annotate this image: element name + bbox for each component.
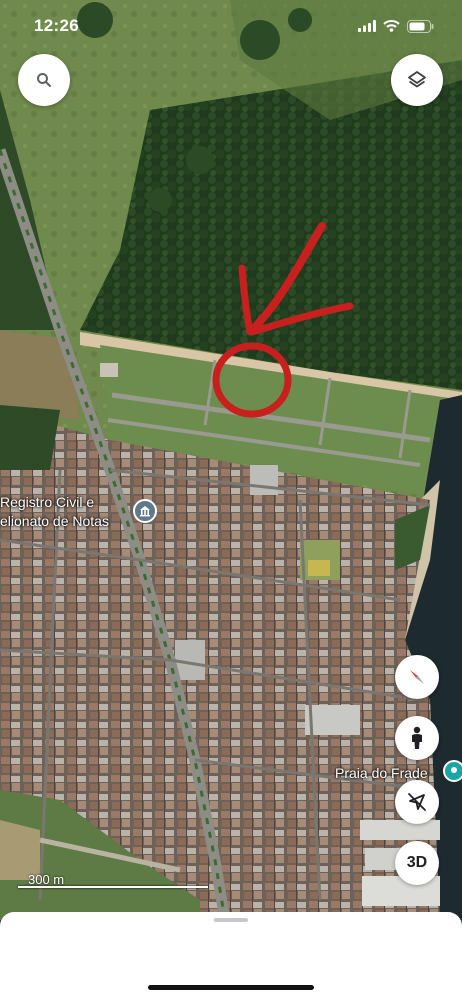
wifi-icon — [383, 20, 400, 32]
scale-label: 300 m — [28, 872, 65, 887]
layers-icon — [408, 71, 426, 88]
satellite-map[interactable]: Registro Civil e elionato de Notas Praia… — [0, 0, 462, 920]
place-label-tabelionato[interactable]: elionato de Notas — [0, 513, 109, 529]
compass-button[interactable] — [395, 655, 439, 699]
status-icons — [358, 19, 434, 33]
scale-bar — [18, 886, 208, 888]
satellite-imagery — [0, 0, 462, 920]
sheet-drag-handle[interactable] — [214, 918, 248, 922]
status-time: 12:26 — [34, 16, 79, 35]
beach-icon — [451, 767, 457, 773]
search-icon — [37, 73, 51, 87]
pegman-icon — [412, 726, 422, 749]
location-off-icon — [408, 793, 426, 811]
battery-icon — [407, 19, 434, 33]
beach-pin[interactable] — [443, 760, 462, 782]
status-bar: 12:26 — [0, 0, 462, 52]
search-button[interactable] — [18, 54, 70, 106]
home-indicator[interactable] — [148, 985, 314, 990]
layers-button[interactable] — [391, 54, 443, 106]
map-scale: 300 m — [18, 872, 218, 890]
place-label-registro-civil[interactable]: Registro Civil e — [0, 494, 94, 510]
compass-icon — [410, 670, 424, 684]
place-label-praia-do-frade[interactable]: Praia do Frade — [335, 765, 428, 781]
3d-button[interactable]: 3D — [395, 841, 439, 885]
street-view-button[interactable] — [395, 716, 439, 760]
location-button[interactable] — [395, 780, 439, 824]
3d-label: 3D — [406, 854, 428, 871]
civil-registry-pin[interactable] — [133, 499, 157, 523]
signal-icon — [358, 20, 376, 32]
building-icon — [140, 506, 150, 517]
